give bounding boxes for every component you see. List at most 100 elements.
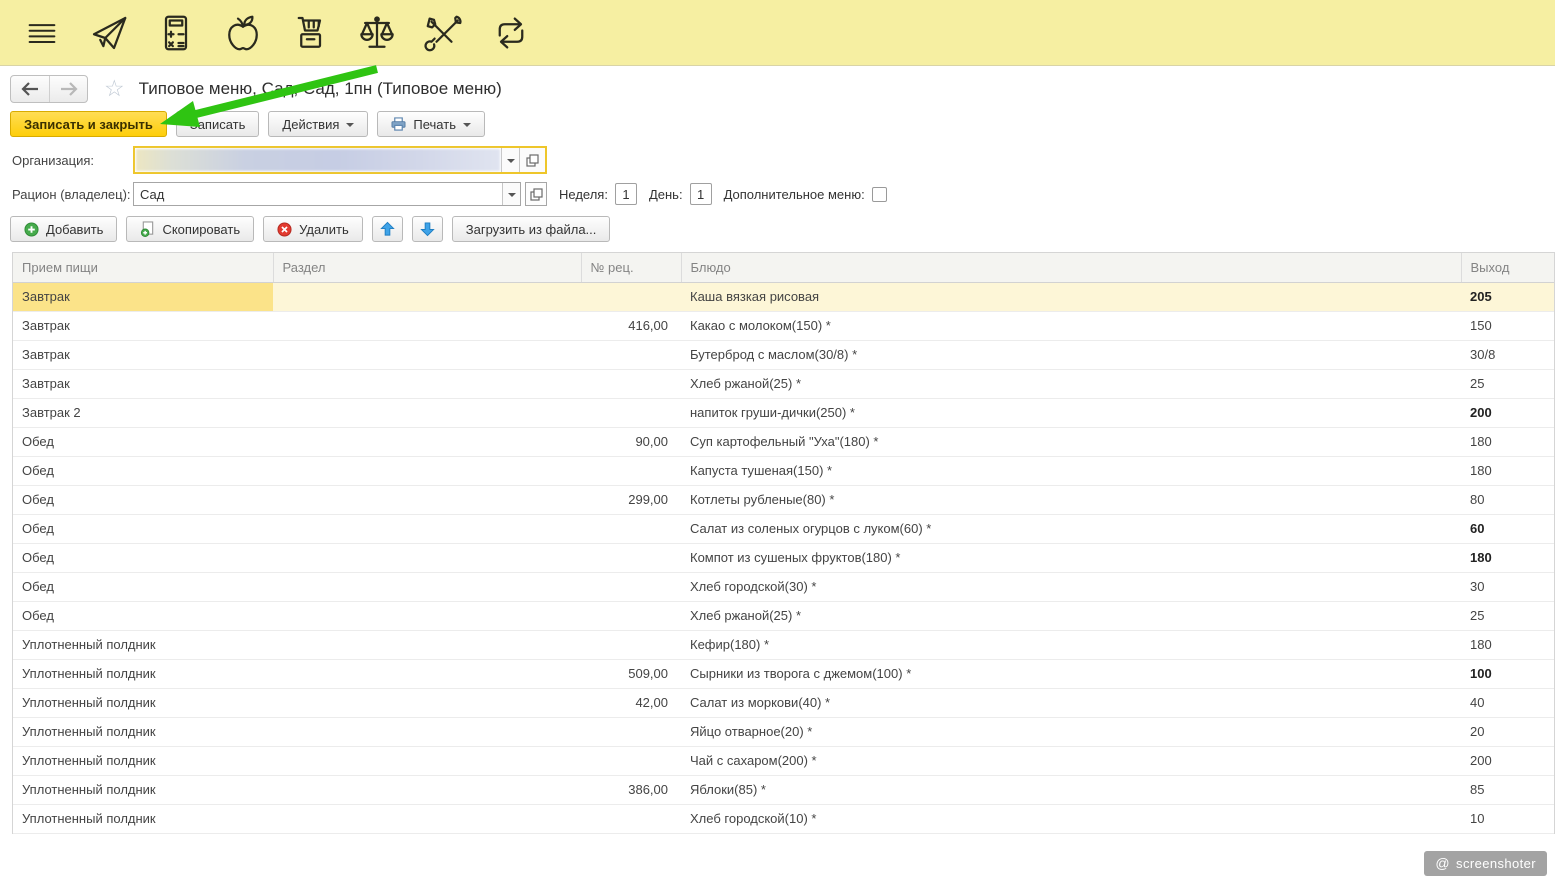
section-cell[interactable] (273, 630, 581, 659)
meal-cell[interactable]: Уплотненный полдник (13, 659, 273, 688)
meal-cell[interactable]: Завтрак (13, 369, 273, 398)
organization-input[interactable] (136, 149, 500, 171)
dish-cell[interactable]: Салат из соленых огурцов с луком(60) * (681, 514, 1461, 543)
meal-cell[interactable]: Уплотненный полдник (13, 775, 273, 804)
out-cell[interactable]: 30/8 (1461, 340, 1554, 369)
out-cell[interactable]: 60 (1461, 514, 1554, 543)
table-row[interactable]: Уплотненный полдник 509,00Сырники из твор… (13, 659, 1554, 688)
column-header[interactable]: № рец. (581, 253, 681, 282)
dish-cell[interactable]: Сырники из творога с джемом(100) * (681, 659, 1461, 688)
rec-cell[interactable]: 509,00 (581, 659, 681, 688)
section-cell[interactable] (273, 746, 581, 775)
organization-dropdown-button[interactable] (501, 148, 519, 172)
meal-cell[interactable]: Завтрак (13, 311, 273, 340)
dish-cell[interactable]: Яблоки(85) * (681, 775, 1461, 804)
section-cell[interactable] (273, 311, 581, 340)
dish-cell[interactable]: Яйцо отварное(20) * (681, 717, 1461, 746)
out-cell[interactable]: 200 (1461, 398, 1554, 427)
rec-cell[interactable] (581, 456, 681, 485)
out-cell[interactable]: 180 (1461, 456, 1554, 485)
organization-open-button[interactable] (519, 148, 545, 172)
rec-cell[interactable] (581, 572, 681, 601)
table-row[interactable]: ЗавтракБутерброд с маслом(30/8) *30/8 (13, 340, 1554, 369)
out-cell[interactable]: 25 (1461, 601, 1554, 630)
section-cell[interactable] (273, 514, 581, 543)
rec-cell[interactable] (581, 804, 681, 833)
meal-cell[interactable]: Уплотненный полдник (13, 746, 273, 775)
ration-input[interactable]: Сад (134, 183, 502, 205)
section-cell[interactable] (273, 369, 581, 398)
tools-icon[interactable] (424, 13, 464, 53)
delete-row-button[interactable]: Удалить (263, 216, 363, 242)
out-cell[interactable]: 180 (1461, 543, 1554, 572)
rec-cell[interactable]: 299,00 (581, 485, 681, 514)
favorite-star-icon[interactable]: ☆ (104, 78, 125, 101)
dish-cell[interactable]: Хлеб ржаной(25) * (681, 601, 1461, 630)
print-menu-button[interactable]: Печать (377, 111, 485, 137)
dish-cell[interactable]: Какао с молоком(150) * (681, 311, 1461, 340)
dish-cell[interactable]: Капуста тушеная(150) * (681, 456, 1461, 485)
section-cell[interactable] (273, 717, 581, 746)
add-row-button[interactable]: Добавить (10, 216, 117, 242)
actions-menu-button[interactable]: Действия (268, 111, 368, 137)
meal-cell[interactable]: Уплотненный полдник (13, 630, 273, 659)
out-cell[interactable]: 80 (1461, 485, 1554, 514)
table-row[interactable]: Обед Капуста тушеная(150) *180 (13, 456, 1554, 485)
rec-cell[interactable] (581, 630, 681, 659)
table-row[interactable]: ОбедКомпот из сушеных фруктов(180) *180 (13, 543, 1554, 572)
meal-cell[interactable]: Обед (13, 572, 273, 601)
table-row[interactable]: Уплотненный полдникЯйцо отварное(20) *20 (13, 717, 1554, 746)
apple-icon[interactable] (223, 13, 263, 53)
ration-open-button[interactable] (525, 182, 547, 206)
meal-cell[interactable]: Обед (13, 456, 273, 485)
section-cell[interactable] (273, 427, 581, 456)
dish-cell[interactable]: Чай с сахаром(200) * (681, 746, 1461, 775)
section-cell[interactable] (273, 601, 581, 630)
out-cell[interactable]: 85 (1461, 775, 1554, 804)
load-from-file-button[interactable]: Загрузить из файла... (452, 216, 611, 242)
meal-cell[interactable]: Завтрак (13, 282, 273, 311)
extra-menu-checkbox[interactable] (872, 187, 887, 202)
dish-cell[interactable]: Каша вязкая рисовая (681, 282, 1461, 311)
column-header[interactable]: Раздел (273, 253, 581, 282)
ration-dropdown-button[interactable] (502, 183, 520, 205)
section-cell[interactable] (273, 485, 581, 514)
out-cell[interactable]: 205 (1461, 282, 1554, 311)
out-cell[interactable]: 150 (1461, 311, 1554, 340)
out-cell[interactable]: 180 (1461, 427, 1554, 456)
rec-cell[interactable] (581, 398, 681, 427)
rec-cell[interactable] (581, 746, 681, 775)
cart-icon[interactable] (290, 13, 330, 53)
table-row[interactable]: Завтрак 2напиток груши-дички(250) *200 (13, 398, 1554, 427)
section-cell[interactable] (273, 775, 581, 804)
table-row[interactable]: Уплотненный полдник386,00Яблоки(85) *85 (13, 775, 1554, 804)
rec-cell[interactable]: 416,00 (581, 311, 681, 340)
column-header[interactable]: Прием пищи (13, 253, 273, 282)
day-input[interactable] (690, 183, 712, 205)
out-cell[interactable]: 200 (1461, 746, 1554, 775)
menu-icon[interactable] (22, 13, 62, 53)
table-row[interactable]: Обед90,00Суп картофельный "Уха"(180) *18… (13, 427, 1554, 456)
column-header[interactable]: Блюдо (681, 253, 1461, 282)
meal-cell[interactable]: Уплотненный полдник (13, 804, 273, 833)
table-row[interactable]: Уплотненный полдник Чай с сахаром(200) *2… (13, 746, 1554, 775)
copy-row-button[interactable]: Скопировать (126, 216, 254, 242)
meal-cell[interactable]: Обед (13, 514, 273, 543)
section-cell[interactable] (273, 456, 581, 485)
dish-cell[interactable]: Компот из сушеных фруктов(180) * (681, 543, 1461, 572)
forward-button[interactable] (49, 76, 87, 102)
meal-cell[interactable]: Завтрак (13, 340, 273, 369)
back-button[interactable] (11, 76, 49, 102)
section-cell[interactable] (273, 804, 581, 833)
out-cell[interactable]: 20 (1461, 717, 1554, 746)
calculator-icon[interactable] (156, 13, 196, 53)
table-row[interactable]: Обед Салат из соленых огурцов с луком(60)… (13, 514, 1554, 543)
rec-cell[interactable]: 90,00 (581, 427, 681, 456)
section-cell[interactable] (273, 688, 581, 717)
rec-cell[interactable] (581, 369, 681, 398)
column-header[interactable]: Выход (1461, 253, 1554, 282)
send-icon[interactable] (89, 13, 129, 53)
rec-cell[interactable] (581, 717, 681, 746)
rec-cell[interactable] (581, 601, 681, 630)
rec-cell[interactable] (581, 514, 681, 543)
